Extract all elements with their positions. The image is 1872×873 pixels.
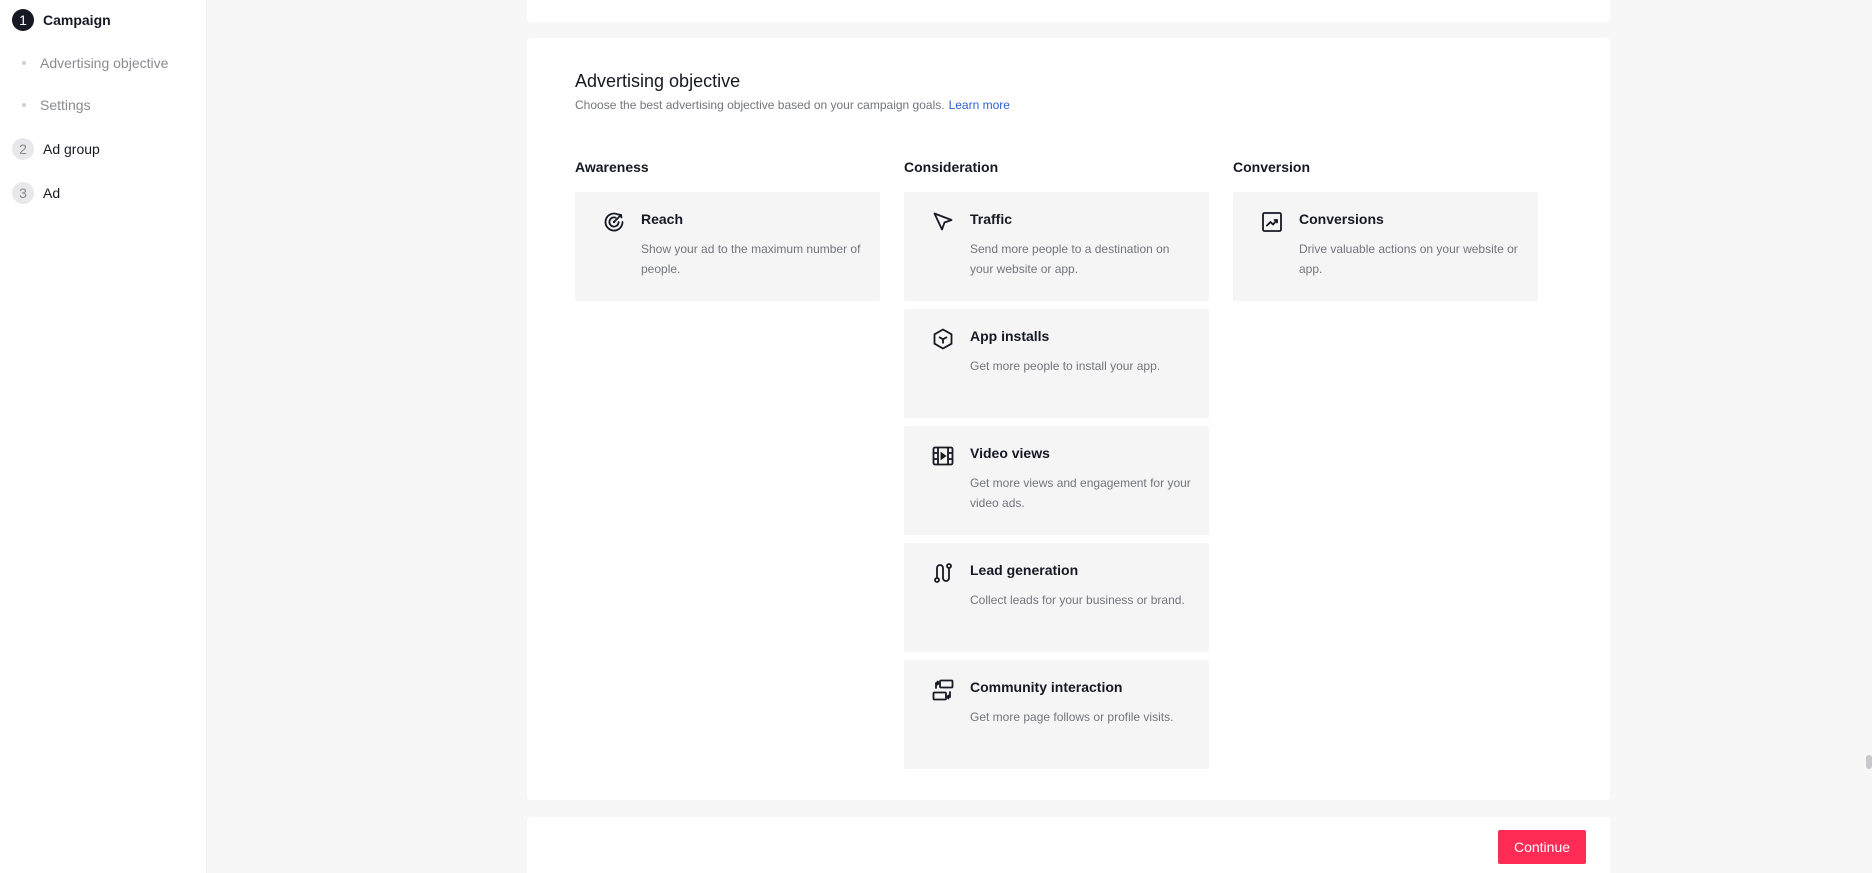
card-title-traffic: Traffic — [970, 211, 1013, 227]
card-description-video-views: Get more views and engagement for your v… — [970, 476, 1191, 510]
step-label-ad-group: Ad group — [43, 141, 100, 157]
card-description-reach: Show your ad to the maximum number of pe… — [641, 242, 861, 276]
step-label-ad: Ad — [43, 185, 61, 201]
section-description-text: Choose the best advertising objective ba… — [575, 98, 945, 112]
card-description-community-interaction: Get more page follows or profile visits. — [970, 710, 1174, 724]
substep-advertising-objective[interactable]: Advertising objective — [22, 55, 168, 71]
objective-card-conversions[interactable]: Conversions Drive valuable actions on yo… — [1233, 192, 1538, 301]
card-description-lead-generation: Collect leads for your business or brand… — [970, 593, 1185, 607]
step-number-1: 1 — [12, 9, 34, 31]
objective-card-community-interaction[interactable]: Community interaction Get more page foll… — [904, 660, 1209, 769]
substep-dot — [22, 103, 26, 107]
substep-dot — [22, 61, 26, 65]
card-description-conversions: Drive valuable actions on your website o… — [1299, 242, 1518, 276]
step-ad-group[interactable]: 2 Ad group — [12, 138, 100, 160]
target-icon — [602, 210, 626, 234]
scrollbar-thumb[interactable] — [1866, 755, 1872, 769]
step-label-campaign: Campaign — [43, 12, 111, 28]
step-number-2: 2 — [12, 138, 34, 160]
step-campaign[interactable]: 1 Campaign — [12, 9, 111, 31]
learn-more-link[interactable]: Learn more — [949, 98, 1010, 112]
objective-card-traffic[interactable]: Traffic Send more people to a destinatio… — [904, 192, 1209, 301]
card-title-conversions: Conversions — [1299, 211, 1384, 227]
step-ad[interactable]: 3 Ad — [12, 182, 60, 204]
card-title-video-views: Video views — [970, 445, 1050, 461]
card-title-lead-generation: Lead generation — [970, 562, 1079, 578]
substep-label-settings: Settings — [40, 97, 91, 113]
campaign-steps-sidebar: 1 Campaign Advertising objective Setting… — [0, 0, 207, 873]
step-number-3: 3 — [12, 182, 34, 204]
cube-icon — [931, 327, 955, 351]
film-icon — [931, 444, 955, 468]
substep-label-advertising-objective: Advertising objective — [40, 55, 169, 71]
section-title: Advertising objective — [575, 71, 741, 91]
footer-bar: Continue — [527, 817, 1610, 873]
section-description: Choose the best advertising objective ba… — [575, 98, 1010, 112]
column-title-awareness: Awareness — [575, 159, 649, 175]
advertising-objective-panel: Advertising objective Choose the best ad… — [527, 38, 1610, 800]
route-icon — [931, 561, 955, 585]
card-title-community-interaction: Community interaction — [970, 679, 1123, 695]
objective-card-app-installs[interactable]: App installs Get more people to install … — [904, 309, 1209, 418]
card-title-app-installs: App installs — [970, 328, 1050, 344]
column-title-consideration: Consideration — [904, 159, 999, 175]
objective-card-lead-generation[interactable]: Lead generation Collect leads for your b… — [904, 543, 1209, 652]
previous-section-panel — [527, 0, 1610, 22]
objective-card-reach[interactable]: Reach Show your ad to the maximum number… — [575, 192, 880, 301]
substep-settings[interactable]: Settings — [22, 97, 91, 113]
trending-chart-icon — [1260, 210, 1284, 234]
card-title-reach: Reach — [641, 211, 684, 227]
continue-button[interactable]: Continue — [1498, 830, 1586, 864]
column-title-conversion: Conversion — [1233, 159, 1311, 175]
interaction-icon — [931, 678, 955, 702]
card-description-traffic: Send more people to a destination on you… — [970, 242, 1170, 276]
objective-card-video-views[interactable]: Video views Get more views and engagemen… — [904, 426, 1209, 535]
card-description-app-installs: Get more people to install your app. — [970, 359, 1161, 373]
cursor-arrow-icon — [931, 210, 955, 234]
